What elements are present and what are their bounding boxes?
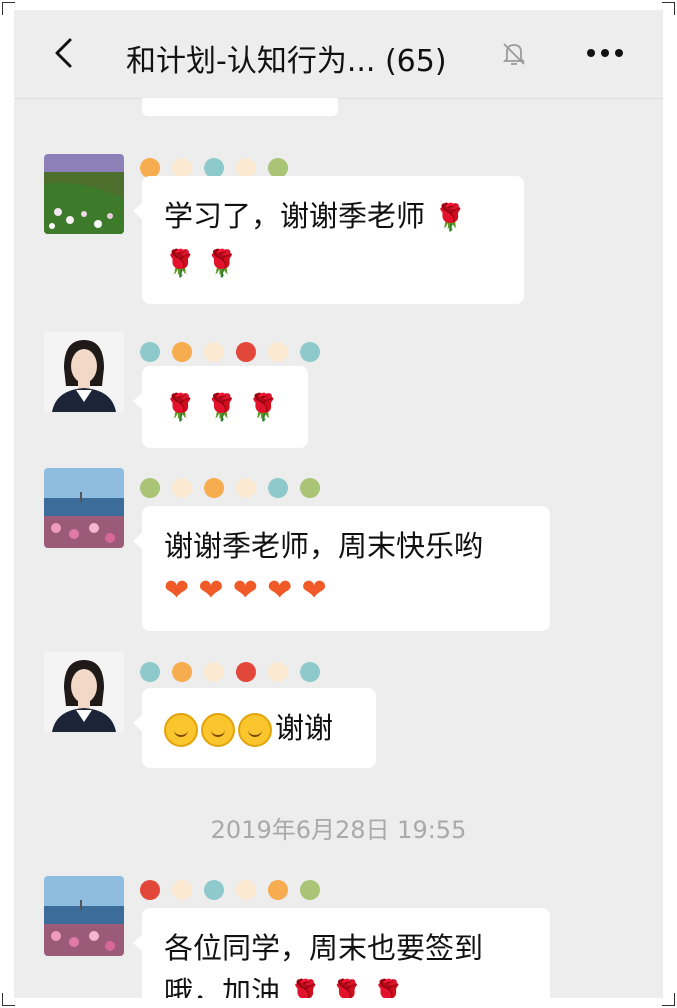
sender-name-masked bbox=[140, 158, 288, 178]
heart-emoji: ❤ bbox=[267, 573, 293, 608]
mask-dot bbox=[300, 342, 320, 362]
previous-message-bubble[interactable] bbox=[142, 98, 338, 116]
bell-muted-icon bbox=[502, 43, 526, 65]
frame-corner-mark bbox=[662, 2, 675, 15]
timestamp-label: 2019年6月28日 19:55 bbox=[210, 816, 467, 844]
smile-emoji bbox=[164, 713, 198, 747]
more-dots-icon[interactable] bbox=[584, 40, 626, 66]
sender-name-masked bbox=[140, 662, 320, 682]
chevron-left-icon[interactable] bbox=[48, 36, 82, 70]
message-bubble[interactable]: 各位同学，周末也要签到哦，加油 🌹 🌹 🌹 bbox=[133, 908, 550, 998]
mask-dot bbox=[140, 342, 160, 362]
message-bubble[interactable]: 谢谢 bbox=[133, 688, 376, 768]
smile-emoji bbox=[201, 713, 235, 747]
heart-emoji: ❤ bbox=[301, 573, 327, 608]
message-bubble[interactable]: 谢谢季老师，周末快乐哟 ❤ ❤ ❤ ❤ ❤ bbox=[133, 506, 550, 631]
rose-emoji: 🌹 bbox=[205, 393, 238, 423]
rose-emoji: 🌹 bbox=[372, 979, 405, 998]
mask-dot bbox=[268, 478, 288, 498]
rose-emoji: 🌹 bbox=[164, 249, 197, 279]
mask-dot bbox=[172, 478, 192, 498]
chat-screen: 和计划-认知行为... (65) 学习了，谢谢季老师 🌹 🌹 🌹 🌹 🌹 🌹 谢… bbox=[14, 10, 663, 998]
frame-corner-mark bbox=[662, 993, 675, 1006]
mask-dot bbox=[236, 880, 256, 900]
mask-dot bbox=[268, 662, 288, 682]
mask-dot bbox=[300, 662, 320, 682]
mask-dot bbox=[236, 342, 256, 362]
avatar[interactable] bbox=[44, 652, 124, 732]
message-bubble[interactable]: 学习了，谢谢季老师 🌹 🌹 🌹 bbox=[133, 176, 524, 304]
mask-dot bbox=[172, 158, 192, 178]
sender-name-masked bbox=[140, 342, 320, 362]
mask-dot bbox=[268, 342, 288, 362]
mask-dot bbox=[204, 662, 224, 682]
mask-dot bbox=[236, 662, 256, 682]
rose-emoji: 🌹 bbox=[289, 979, 322, 998]
sender-name-masked bbox=[140, 478, 320, 498]
smile-emoji bbox=[238, 713, 272, 747]
rose-emoji: 🌹 bbox=[247, 393, 280, 423]
message-text: 学习了，谢谢季老师 bbox=[164, 199, 426, 233]
rose-emoji: 🌹 bbox=[330, 979, 364, 998]
mask-dot bbox=[300, 880, 320, 900]
heart-emoji: ❤ bbox=[232, 573, 258, 608]
message-bubble[interactable]: 🌹 🌹 🌹 bbox=[133, 366, 308, 448]
rose-emoji: 🌹 bbox=[434, 203, 467, 233]
chat-title: 和计划-认知行为... (65) bbox=[126, 44, 447, 79]
message-text: 各位同学，周末也要签到哦，加油 bbox=[164, 931, 484, 998]
mask-dot bbox=[140, 662, 160, 682]
mask-dot bbox=[140, 880, 160, 900]
avatar[interactable] bbox=[44, 468, 124, 548]
mask-dot bbox=[172, 342, 192, 362]
avatar[interactable] bbox=[44, 876, 124, 956]
heart-emoji: ❤ bbox=[198, 573, 224, 608]
avatar[interactable] bbox=[44, 154, 124, 234]
mask-dot bbox=[172, 662, 192, 682]
mask-dot bbox=[204, 478, 224, 498]
mask-dot bbox=[236, 158, 256, 178]
message-text: 谢谢 bbox=[275, 711, 334, 745]
mask-dot bbox=[204, 342, 224, 362]
mask-dot bbox=[268, 158, 288, 178]
navigation-bar: 和计划-认知行为... (65) bbox=[14, 10, 663, 99]
mask-dot bbox=[172, 880, 192, 900]
mask-dot bbox=[140, 478, 160, 498]
mask-dot bbox=[204, 880, 224, 900]
mask-dot bbox=[236, 478, 256, 498]
mask-dot bbox=[300, 478, 320, 498]
frame-corner-mark bbox=[2, 993, 15, 1006]
mask-dot bbox=[204, 158, 224, 178]
mask-dot bbox=[140, 158, 160, 178]
sender-name-masked bbox=[140, 880, 320, 900]
avatar[interactable] bbox=[44, 332, 124, 412]
rose-emoji: 🌹 bbox=[164, 393, 197, 423]
message-text: 谢谢季老师，周末快乐哟 bbox=[164, 529, 484, 563]
heart-emoji: ❤ bbox=[164, 573, 190, 608]
rose-emoji: 🌹 bbox=[205, 249, 238, 279]
frame-corner-mark bbox=[2, 2, 15, 15]
mask-dot bbox=[268, 880, 288, 900]
